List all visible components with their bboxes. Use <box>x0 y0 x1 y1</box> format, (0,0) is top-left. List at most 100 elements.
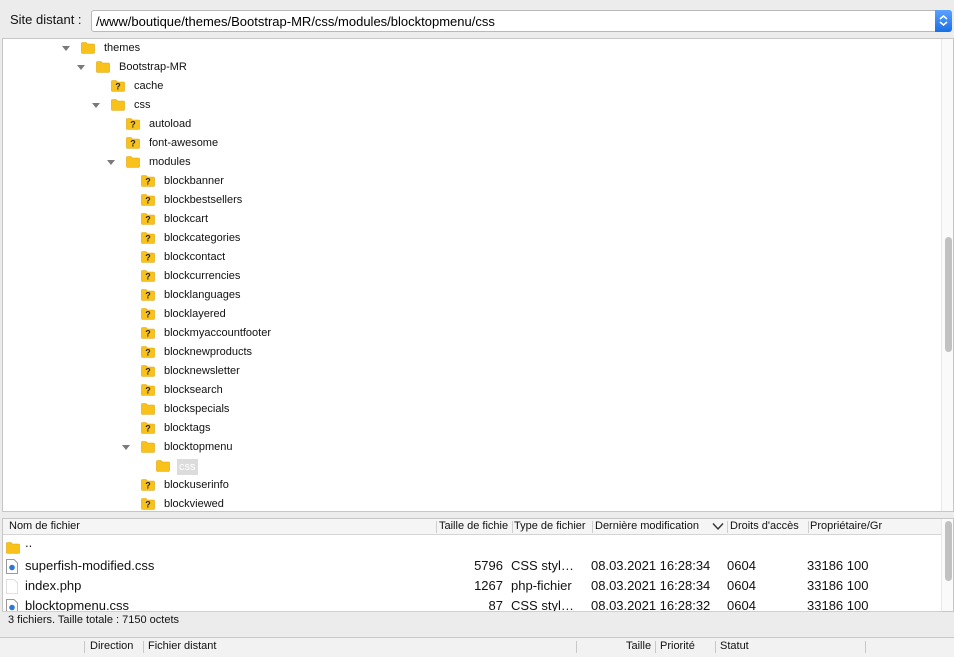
tree-item-css[interactable]: css <box>3 96 933 115</box>
queue-column-status[interactable]: Statut <box>720 640 749 652</box>
tree-item-blockcart[interactable]: ? blockcart <box>3 210 933 229</box>
unknown-folder-icon: ? <box>141 364 155 377</box>
column-header-owner[interactable]: Propriétaire/Gr <box>810 520 888 532</box>
tree-item-font-awesome[interactable]: ? font-awesome <box>3 134 933 153</box>
file-row[interactable]: superfish-modified.css 5796 CSS styl… 08.03… <box>3 556 943 576</box>
tree-item-blockviewed[interactable]: ? blockviewed <box>3 495 933 511</box>
column-header-permissions[interactable]: Droits d'accès <box>730 520 807 532</box>
column-divider[interactable] <box>143 641 144 653</box>
file-cell-owner: 33186 100 <box>807 598 869 612</box>
expand-triangle-icon[interactable] <box>76 58 88 77</box>
file-cell-modified: 08.03.2021 16:28:34 <box>591 558 711 573</box>
file-list-scrollbar-thumb[interactable] <box>945 521 952 581</box>
column-divider[interactable] <box>808 521 809 533</box>
expand-triangle-icon[interactable] <box>121 438 133 457</box>
tree-item-label: blocktags <box>164 422 211 434</box>
svg-text:?: ? <box>145 329 151 339</box>
tree-item-cache[interactable]: ? cache <box>3 77 933 96</box>
tree-item-modules[interactable]: modules <box>3 153 933 172</box>
file-cell-type: CSS styl… <box>511 558 574 573</box>
tree-item-label: blocktopmenu <box>164 441 233 453</box>
file-cell-size: 1267 <box>474 578 503 593</box>
tree-item-blockspecials[interactable]: blockspecials <box>3 400 933 419</box>
tree-item-css[interactable]: css <box>3 457 933 476</box>
column-divider[interactable] <box>436 521 437 533</box>
tree-item-bootstrap-mr[interactable]: Bootstrap-MR <box>3 58 933 77</box>
column-header-name[interactable]: Nom de fichier <box>9 520 434 532</box>
tree-item-blocknewproducts[interactable]: ? blocknewproducts <box>3 343 933 362</box>
remote-path-combobox[interactable]: /www/boutique/themes/Bootstrap-MR/css/mo… <box>91 10 952 32</box>
unknown-folder-icon: ? <box>141 288 155 301</box>
column-divider[interactable] <box>592 521 593 533</box>
queue-column-priority[interactable]: Priorité <box>660 640 695 652</box>
column-header-size[interactable]: Taille de fichie <box>439 520 511 532</box>
tree-item-label: font-awesome <box>149 137 219 149</box>
transfer-queue-header: Direction Fichier distant Taille Priorit… <box>0 637 954 657</box>
tree-item-blocktopmenu[interactable]: blocktopmenu <box>3 438 933 457</box>
tree-item-themes[interactable]: themes <box>3 39 933 58</box>
tree-item-blocksearch[interactable]: ? blocksearch <box>3 381 933 400</box>
tree-item-label: css <box>134 99 151 111</box>
remote-directory-tree[interactable]: themes Bootstrap-MR? cache css? autoload? fon… <box>2 38 954 512</box>
tree-item-blocktags[interactable]: ? blocktags <box>3 419 933 438</box>
tree-item-label: css <box>177 459 198 475</box>
queue-column-direction[interactable]: Direction <box>90 640 133 652</box>
column-header-modified[interactable]: Dernière modification <box>595 520 710 532</box>
tree-item-blockmyaccountfooter[interactable]: ? blockmyaccountfooter <box>3 324 933 343</box>
folder-icon <box>141 440 155 453</box>
queue-column-remote-file[interactable]: Fichier distant <box>148 640 216 652</box>
expand-triangle-icon[interactable] <box>106 153 118 172</box>
tree-item-blockbestsellers[interactable]: ? blockbestsellers <box>3 191 933 210</box>
column-divider[interactable] <box>727 521 728 533</box>
tree-scrollbar[interactable] <box>941 39 953 511</box>
unknown-folder-icon: ? <box>141 345 155 358</box>
file-cell-perms: 0604 <box>727 578 756 593</box>
file-cell-perms: 0604 <box>727 598 756 612</box>
tree-item-autoload[interactable]: ? autoload <box>3 115 933 134</box>
file-list-scrollbar[interactable] <box>941 519 953 611</box>
tree-scrollbar-thumb[interactable] <box>945 237 952 352</box>
file-cell-name: index.php <box>25 578 82 593</box>
svg-text:?: ? <box>145 367 151 377</box>
tree-item-label: blockbanner <box>164 175 224 187</box>
tree-item-label: blockcontact <box>164 251 226 263</box>
folder-icon <box>111 98 125 111</box>
tree-item-label: cache <box>134 80 164 92</box>
column-divider[interactable] <box>576 641 577 653</box>
tree-item-blockuserinfo[interactable]: ? blockuserinfo <box>3 476 933 495</box>
svg-text:?: ? <box>145 215 151 225</box>
file-row[interactable]: index.php 1267 php-fichier 08.03.2021 16:28… <box>3 576 943 596</box>
tree-item-blockcategories[interactable]: ? blockcategories <box>3 229 933 248</box>
file-cell-owner: 33186 100 <box>807 558 869 573</box>
svg-text:?: ? <box>130 139 136 149</box>
column-divider[interactable] <box>655 641 656 653</box>
tree-item-label: modules <box>149 156 191 168</box>
tree-item-blockcurrencies[interactable]: ? blockcurrencies <box>3 267 933 286</box>
column-header-type[interactable]: Type de fichier <box>514 520 592 532</box>
tree-item-blockcontact[interactable]: ? blockcontact <box>3 248 933 267</box>
column-divider[interactable] <box>84 641 85 653</box>
unknown-folder-icon: ? <box>141 231 155 244</box>
folder-icon <box>141 402 155 415</box>
column-divider[interactable] <box>715 641 716 653</box>
tree-item-blocklanguages[interactable]: ? blocklanguages <box>3 286 933 305</box>
remote-path-value[interactable]: /www/boutique/themes/Bootstrap-MR/css/mo… <box>96 14 495 29</box>
expand-triangle-icon[interactable] <box>91 96 103 115</box>
file-cell-size: 5796 <box>474 558 503 573</box>
tree-item-label: autoload <box>149 118 192 130</box>
svg-text:?: ? <box>145 348 151 358</box>
tree-item-label: blocklayered <box>164 308 226 320</box>
svg-text:?: ? <box>145 272 151 282</box>
remote-file-list[interactable]: Nom de fichier Taille de fichie Type de … <box>2 518 954 612</box>
column-divider[interactable] <box>865 641 866 653</box>
tree-item-blocknewsletter[interactable]: ? blocknewsletter <box>3 362 933 381</box>
file-row[interactable]: blocktopmenu.css 87 CSS styl… 08.03.2021 16… <box>3 596 943 612</box>
queue-column-size[interactable]: Taille <box>626 640 651 652</box>
unknown-folder-icon: ? <box>126 117 140 130</box>
tree-item-blockbanner[interactable]: ? blockbanner <box>3 172 933 191</box>
column-divider[interactable] <box>512 521 513 533</box>
path-dropdown-button[interactable] <box>935 10 952 32</box>
file-row[interactable]: .. <box>3 535 943 556</box>
tree-item-blocklayered[interactable]: ? blocklayered <box>3 305 933 324</box>
expand-triangle-icon[interactable] <box>61 39 73 58</box>
